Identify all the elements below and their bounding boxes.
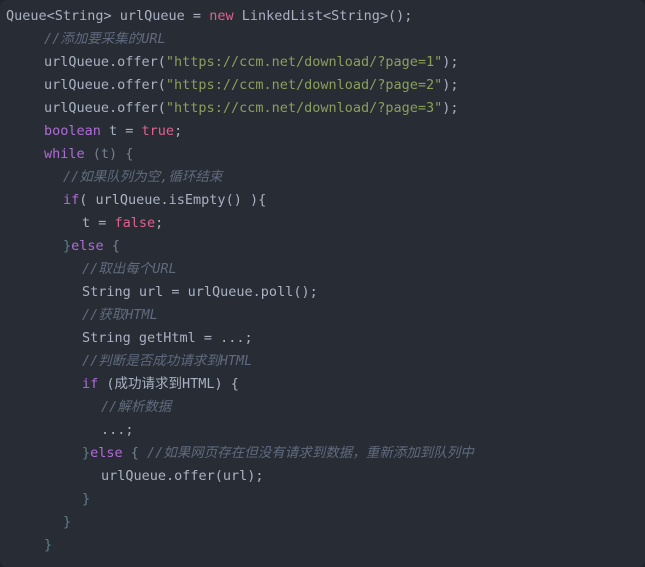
code-token-brace: } xyxy=(44,537,53,553)
code-token-plain: urlQueue.offer( xyxy=(44,100,166,116)
code-token-lit: false xyxy=(114,215,156,231)
code-line: } xyxy=(0,488,645,511)
code-token-kw: if xyxy=(82,376,99,392)
code-line: boolean t = true; xyxy=(0,120,645,143)
code-token-kw: else xyxy=(71,238,104,254)
code-token-com: //判断是否成功请求到HTML xyxy=(82,353,253,369)
code-token-kw: if xyxy=(63,192,80,208)
code-token-plain: ); xyxy=(442,100,459,116)
code-token-kw: while xyxy=(44,146,85,162)
code-token-plain: ...; xyxy=(101,422,134,438)
code-token-plain: Queue<String> urlQueue = xyxy=(6,8,210,24)
code-line: String url = urlQueue.poll(); xyxy=(0,281,645,304)
code-token-brace: } xyxy=(63,238,72,254)
code-token-plain: ; xyxy=(155,215,164,231)
code-token-plain: t = xyxy=(82,215,115,231)
code-token-plain: ( urlQueue.isEmpty() ){ xyxy=(79,192,267,208)
code-line: Queue<String> urlQueue = new LinkedList<… xyxy=(0,5,645,28)
code-line: t = false; xyxy=(0,212,645,235)
code-line: } xyxy=(0,511,645,534)
code-line: //添加要采集的URL xyxy=(0,28,645,51)
code-token-brace: } xyxy=(63,514,72,530)
code-token-plain: String getHtml = ...; xyxy=(82,330,253,346)
code-token-lit: true xyxy=(141,123,175,139)
code-token-plain: String url = urlQueue.poll(); xyxy=(82,284,318,300)
code-token-com: //解析数据 xyxy=(101,399,172,415)
code-line: //获取HTML xyxy=(0,304,645,327)
code-block[interactable]: Queue<String> urlQueue = new LinkedList<… xyxy=(0,0,645,567)
code-token-com: //如果队列为空,循环结束 xyxy=(63,169,223,185)
code-token-plain: ; xyxy=(174,123,183,139)
code-token-plain: ); xyxy=(442,54,459,70)
code-token-com: //添加要采集的URL xyxy=(44,31,166,47)
code-token-str: "https://ccm.net/download/?page=2" xyxy=(165,77,443,93)
code-token-plain: ); xyxy=(442,77,459,93)
code-token-plain: (成功请求到HTML) { xyxy=(98,376,239,392)
code-line: //解析数据 xyxy=(0,396,645,419)
code-line: String getHtml = ...; xyxy=(0,327,645,350)
code-token-punc: { xyxy=(122,445,148,461)
code-token-str: "https://ccm.net/download/?page=1" xyxy=(165,54,443,70)
code-token-plain: t = xyxy=(100,123,142,139)
code-line: //判断是否成功请求到HTML xyxy=(0,350,645,373)
code-token-str: "https://ccm.net/download/?page=3" xyxy=(165,100,443,116)
code-token-kw: else xyxy=(90,445,123,461)
code-line: } xyxy=(0,534,645,557)
code-line: }else { //如果网页存在但没有请求到数据，重新添加到队列中 xyxy=(0,442,645,465)
code-line: if( urlQueue.isEmpty() ){ xyxy=(0,189,645,212)
code-line: while (t) { xyxy=(0,143,645,166)
code-token-brace: } xyxy=(82,491,91,507)
code-token-plain: urlQueue.offer( xyxy=(44,77,166,93)
code-token-plain: urlQueue.offer( xyxy=(44,54,166,70)
code-line: urlQueue.offer("https://ccm.net/download… xyxy=(0,97,645,120)
code-token-kw: boolean xyxy=(44,123,101,139)
code-token-com: //取出每个URL xyxy=(82,261,177,277)
code-token-plain: LinkedList<String>(); xyxy=(233,8,413,24)
code-line: urlQueue.offer("https://ccm.net/download… xyxy=(0,51,645,74)
code-token-com: //如果网页存在但没有请求到数据，重新添加到队列中 xyxy=(147,445,474,461)
code-line: urlQueue.offer("https://ccm.net/download… xyxy=(0,74,645,97)
code-token-lit: new xyxy=(209,8,234,24)
code-token-punc: (t) { xyxy=(84,146,134,162)
code-line: //取出每个URL xyxy=(0,258,645,281)
code-line: urlQueue.offer(url); xyxy=(0,465,645,488)
code-line: //如果队列为空,循环结束 xyxy=(0,166,645,189)
code-token-punc: { xyxy=(103,238,120,254)
code-line: if (成功请求到HTML) { xyxy=(0,373,645,396)
code-token-com: //获取HTML xyxy=(82,307,158,323)
code-line: ...; xyxy=(0,419,645,442)
code-token-brace: } xyxy=(82,445,91,461)
code-line: }else { xyxy=(0,235,645,258)
code-token-plain: urlQueue.offer(url); xyxy=(101,468,264,484)
